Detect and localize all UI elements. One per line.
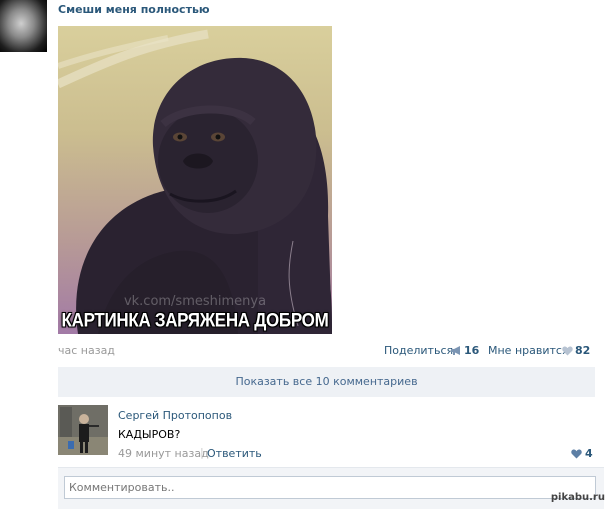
- megaphone-icon[interactable]: [450, 345, 462, 356]
- comment-text: КАДЫРОВ?: [118, 428, 181, 441]
- show-all-comments-button[interactable]: Показать все 10 комментариев: [58, 367, 595, 397]
- comment-author-avatar[interactable]: [58, 405, 108, 455]
- post-time[interactable]: час назад: [58, 344, 115, 357]
- post-image[interactable]: vk.com/smeshimenya КАРТИНКА ЗАРЯЖЕНА ДОБ…: [58, 26, 332, 334]
- like-count[interactable]: 82: [575, 344, 590, 357]
- gorilla-illustration: [58, 29, 332, 334]
- comment-like-count[interactable]: 4: [585, 447, 593, 460]
- like-button[interactable]: Мне нравится: [488, 344, 569, 357]
- comment-form: [58, 467, 604, 509]
- share-button[interactable]: Поделиться: [384, 344, 453, 357]
- person-photo: [58, 405, 108, 455]
- comment-separator: |: [200, 446, 204, 459]
- heart-icon[interactable]: [571, 449, 582, 459]
- post-author-name[interactable]: Смеши меня полностью: [58, 3, 210, 16]
- meme-watermark: vk.com/smeshimenya: [123, 294, 267, 309]
- reply-button[interactable]: Ответить: [207, 447, 262, 460]
- comment-author-name[interactable]: Сергей Протопопов: [118, 409, 232, 422]
- site-watermark: pikabu.ru: [550, 492, 605, 503]
- meme-caption: КАРТИНКА ЗАРЯЖЕНА ДОБРОМ: [61, 309, 329, 332]
- heart-icon[interactable]: [562, 346, 573, 356]
- comment-time[interactable]: 49 минут назад: [118, 447, 209, 460]
- post-author-avatar[interactable]: [0, 0, 47, 52]
- share-count[interactable]: 16: [464, 344, 479, 357]
- comment-input[interactable]: [64, 476, 596, 499]
